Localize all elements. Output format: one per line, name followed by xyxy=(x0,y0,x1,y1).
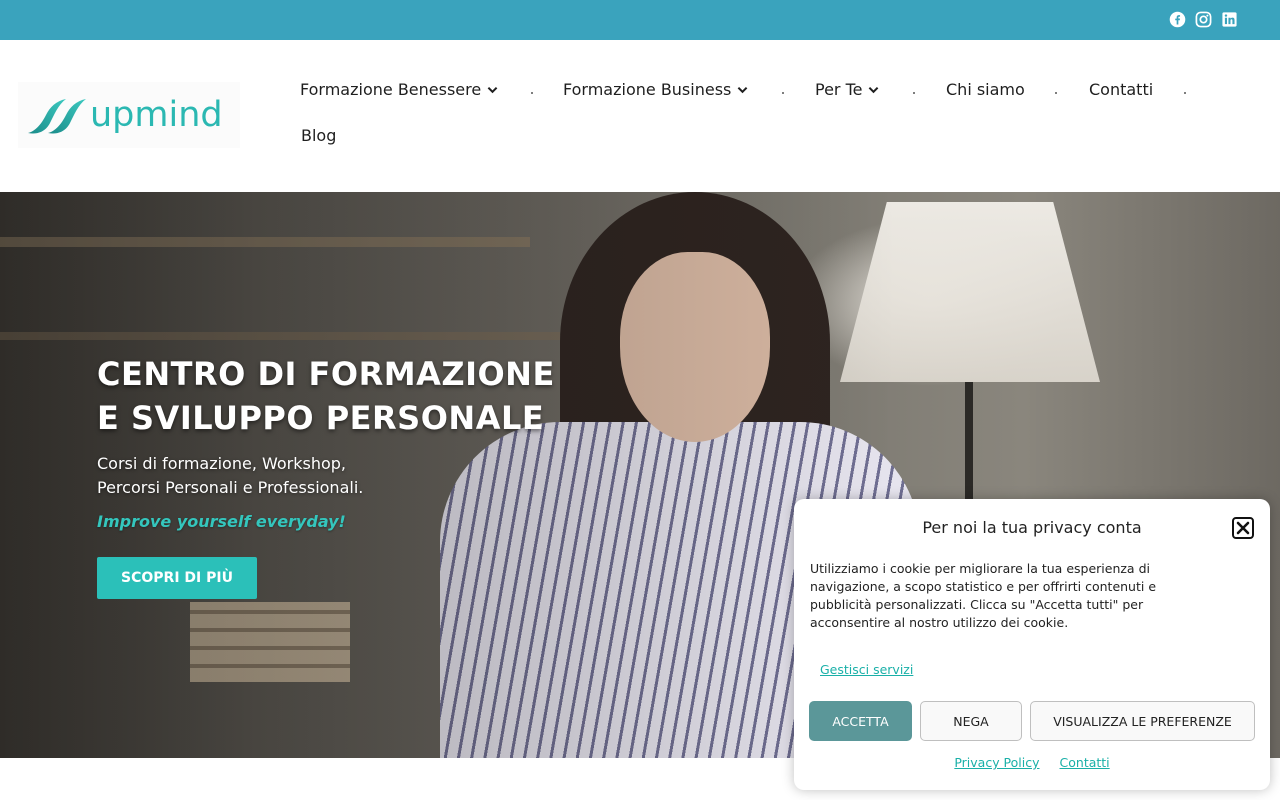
facebook-icon[interactable] xyxy=(1169,11,1186,28)
nav-separator xyxy=(1055,92,1057,94)
hero-subtitle-line: Corsi di formazione, Workshop, xyxy=(97,454,347,473)
hero-tagline: Improve yourself everyday! xyxy=(97,512,346,531)
cookie-dialog-text: Utilizziamo i cookie per migliorare la t… xyxy=(810,561,1157,630)
accept-cookies-button[interactable]: ACCETTA xyxy=(809,701,912,741)
nav-item-label: Per Te xyxy=(815,80,863,99)
nav-item-blog[interactable]: Blog xyxy=(301,126,336,145)
hero-subtitle: Corsi di formazione, Workshop, Percorsi … xyxy=(97,452,363,500)
logo-wave-icon xyxy=(28,99,86,134)
close-button[interactable] xyxy=(1232,517,1254,539)
nav-item-formazione-business[interactable]: Formazione Business xyxy=(563,80,748,99)
nav-item-per-te[interactable]: Per Te xyxy=(815,80,879,99)
deny-cookies-button[interactable]: NEGA xyxy=(920,701,1022,741)
privacy-policy-link[interactable]: Privacy Policy xyxy=(954,755,1039,770)
nav-separator xyxy=(1184,92,1186,94)
chevron-down-icon xyxy=(487,86,498,93)
top-bar xyxy=(0,0,1280,40)
upmind-logo[interactable]: upmind xyxy=(18,82,240,148)
nav-item-chi-siamo[interactable]: Chi siamo xyxy=(946,80,1025,99)
nav-separator xyxy=(531,92,533,94)
nav-item-label: Formazione Benessere xyxy=(300,80,482,99)
hero-title-line: CENTRO DI FORMAZIONE xyxy=(97,355,555,393)
hero-title: CENTRO DI FORMAZIONE E SVILUPPO PERSONAL… xyxy=(97,352,555,440)
instagram-icon[interactable] xyxy=(1195,11,1212,28)
nav-item-label: Formazione Business xyxy=(563,80,732,99)
nav-item-formazione-benessere[interactable]: Formazione Benessere xyxy=(300,80,498,99)
contacts-link[interactable]: Contatti xyxy=(1060,755,1110,770)
cookie-consent-dialog: Per noi la tua privacy conta Utilizziamo… xyxy=(794,499,1270,790)
social-links xyxy=(1169,11,1238,28)
cookie-dialog-title: Per noi la tua privacy conta xyxy=(922,518,1142,537)
chevron-down-icon xyxy=(869,86,879,93)
site-header: upmind Formazione Benessere Formazione B… xyxy=(0,40,1280,192)
logo-text: upmind xyxy=(90,95,223,135)
nav-item-label: Chi siamo xyxy=(946,80,1025,99)
discover-more-button[interactable]: SCOPRI DI PIÙ xyxy=(97,557,257,599)
nav-item-contatti[interactable]: Contatti xyxy=(1089,80,1153,99)
manage-services-link[interactable]: Gestisci servizi xyxy=(820,662,913,677)
close-icon xyxy=(1236,521,1250,535)
nav-item-label: Contatti xyxy=(1089,80,1154,99)
nav-separator xyxy=(782,92,784,94)
hero-title-line: E SVILUPPO PERSONALE xyxy=(97,399,545,437)
nav-item-label: Blog xyxy=(301,126,337,145)
view-preferences-button[interactable]: VISUALIZZA LE PREFERENZE xyxy=(1030,701,1255,741)
nav-separator xyxy=(913,92,915,94)
chevron-down-icon xyxy=(738,86,748,93)
cookie-dialog-links: Privacy Policy Contatti xyxy=(794,755,1270,770)
linkedin-icon[interactable] xyxy=(1221,11,1238,28)
hero-subtitle-line: Percorsi Personali e Professionali. xyxy=(97,478,364,497)
